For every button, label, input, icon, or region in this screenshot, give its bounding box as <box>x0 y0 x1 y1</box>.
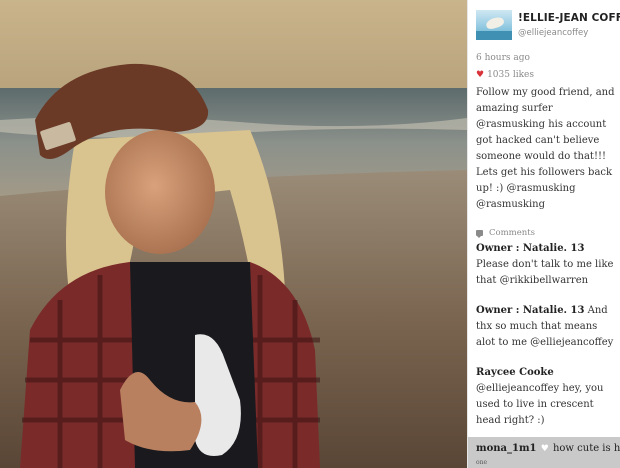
comment-icon <box>476 230 483 238</box>
comment-subtext: one <box>476 459 488 466</box>
comment-author[interactable]: mona_1m1 <box>476 443 537 454</box>
likes-row[interactable]: ♥ 1035 likes <box>476 70 534 80</box>
avatar-wave <box>476 31 512 40</box>
avatar[interactable] <box>476 10 512 40</box>
likes-count: 1035 likes <box>487 70 534 80</box>
post-caption: Follow my good friend, and amazing surfe… <box>476 87 615 210</box>
face <box>105 130 215 254</box>
comment-text: how cute is he <box>552 443 620 454</box>
comment-author[interactable]: Owner : Natalie. 13 <box>476 241 618 257</box>
post-photo[interactable] <box>0 0 467 468</box>
post-info-panel: !ELLIE-JEAN COFFEY @elliejeancoffey 6 ho… <box>467 0 620 468</box>
post-header: !ELLIE-JEAN COFFEY @elliejeancoffey <box>476 10 620 46</box>
display-name[interactable]: !ELLIE-JEAN COFFEY <box>518 12 620 24</box>
comments-header: Comments <box>476 228 535 238</box>
comment-text: Please don't talk to me like that @rikki… <box>476 259 614 286</box>
avatar-surfboard <box>484 15 506 31</box>
comment-item: Owner : Natalie. 13 And thx so much that… <box>476 303 618 351</box>
comments-label: Comments <box>489 228 536 238</box>
comment-item: Raycee Cooke @elliejeancoffey hey, you u… <box>476 365 618 429</box>
comment-item-bottom[interactable]: mona_1m1 ♥ how cute is he one <box>468 437 620 468</box>
photo-illustration <box>0 0 467 468</box>
sky <box>0 0 467 90</box>
post-time: 6 hours ago <box>476 53 530 63</box>
comment-item: Owner : Natalie. 13 Please don't talk to… <box>476 241 618 289</box>
comment-text: @elliejeancoffey hey, you used to live i… <box>476 383 604 426</box>
cursor-icon: ♥ <box>540 444 549 454</box>
username[interactable]: @elliejeancoffey <box>518 28 588 38</box>
comment-author[interactable]: Raycee Cooke <box>476 365 618 381</box>
comment-author[interactable]: Owner : Natalie. 13 <box>476 305 584 316</box>
heart-icon: ♥ <box>476 69 485 80</box>
